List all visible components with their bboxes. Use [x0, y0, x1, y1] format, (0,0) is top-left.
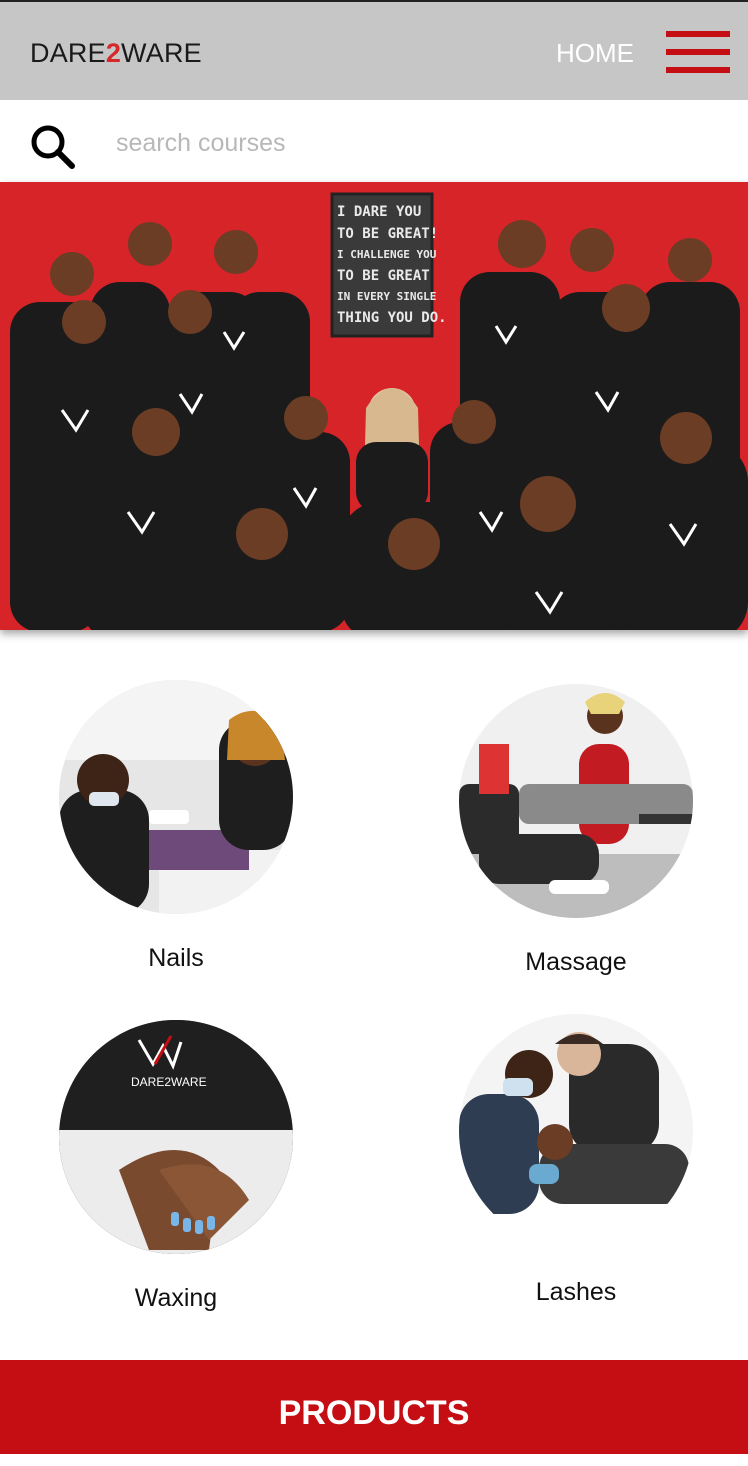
- search-icon[interactable]: [28, 122, 76, 170]
- course-label-nails: Nails: [148, 944, 204, 972]
- hero-photo-illustration: I DARE YOU TO BE GREAT! I CHALLENGE YOU …: [0, 182, 748, 630]
- svg-text:TO BE GREAT!: TO BE GREAT!: [337, 226, 438, 242]
- search-input[interactable]: [104, 120, 728, 166]
- menu-line: [666, 49, 730, 55]
- menu-line: [666, 31, 730, 37]
- hamburger-icon[interactable]: [666, 31, 730, 77]
- menu-line: [666, 67, 730, 73]
- svg-text:IN EVERY SINGLE: IN EVERY SINGLE: [337, 290, 436, 303]
- course-label-lashes: Lashes: [535, 1278, 617, 1306]
- svg-text:I CHALLENGE YOU: I CHALLENGE YOU: [337, 248, 437, 261]
- hero-group-photo: I DARE YOU TO BE GREAT! I CHALLENGE YOU …: [0, 182, 748, 630]
- course-card-lashes[interactable]: Lashes: [426, 1014, 726, 1307]
- home-link[interactable]: HOME: [556, 38, 634, 69]
- brand-prefix: DARE: [30, 38, 106, 68]
- products-button[interactable]: PRODUCTS: [0, 1360, 748, 1454]
- waxing-course-image: DARE2WARE: [59, 1020, 293, 1254]
- brand-logo[interactable]: DARE2WARE: [30, 38, 202, 69]
- svg-text:THING YOU DO.: THING YOU DO.: [337, 310, 447, 326]
- svg-text:DARE2WARE: DARE2WARE: [131, 1075, 207, 1089]
- course-card-nails[interactable]: Nails: [26, 680, 326, 973]
- course-label-waxing: Waxing: [134, 1284, 218, 1312]
- brand-number: 2: [105, 38, 122, 68]
- nails-course-image: [59, 680, 293, 914]
- svg-text:TO BE GREAT: TO BE GREAT: [337, 268, 430, 284]
- top-navigation-bar: DARE2WARE HOME: [0, 0, 748, 100]
- lashes-course-image: [459, 1014, 693, 1248]
- svg-text:I DARE YOU: I DARE YOU: [337, 204, 421, 220]
- course-card-massage[interactable]: Massage: [426, 684, 726, 977]
- course-label-massage: Massage: [525, 948, 627, 976]
- massage-course-image: [459, 684, 693, 918]
- course-card-waxing[interactable]: DARE2WARE Waxing: [26, 1020, 326, 1313]
- search-bar: [0, 100, 748, 182]
- brand-suffix: WARE: [121, 38, 202, 68]
